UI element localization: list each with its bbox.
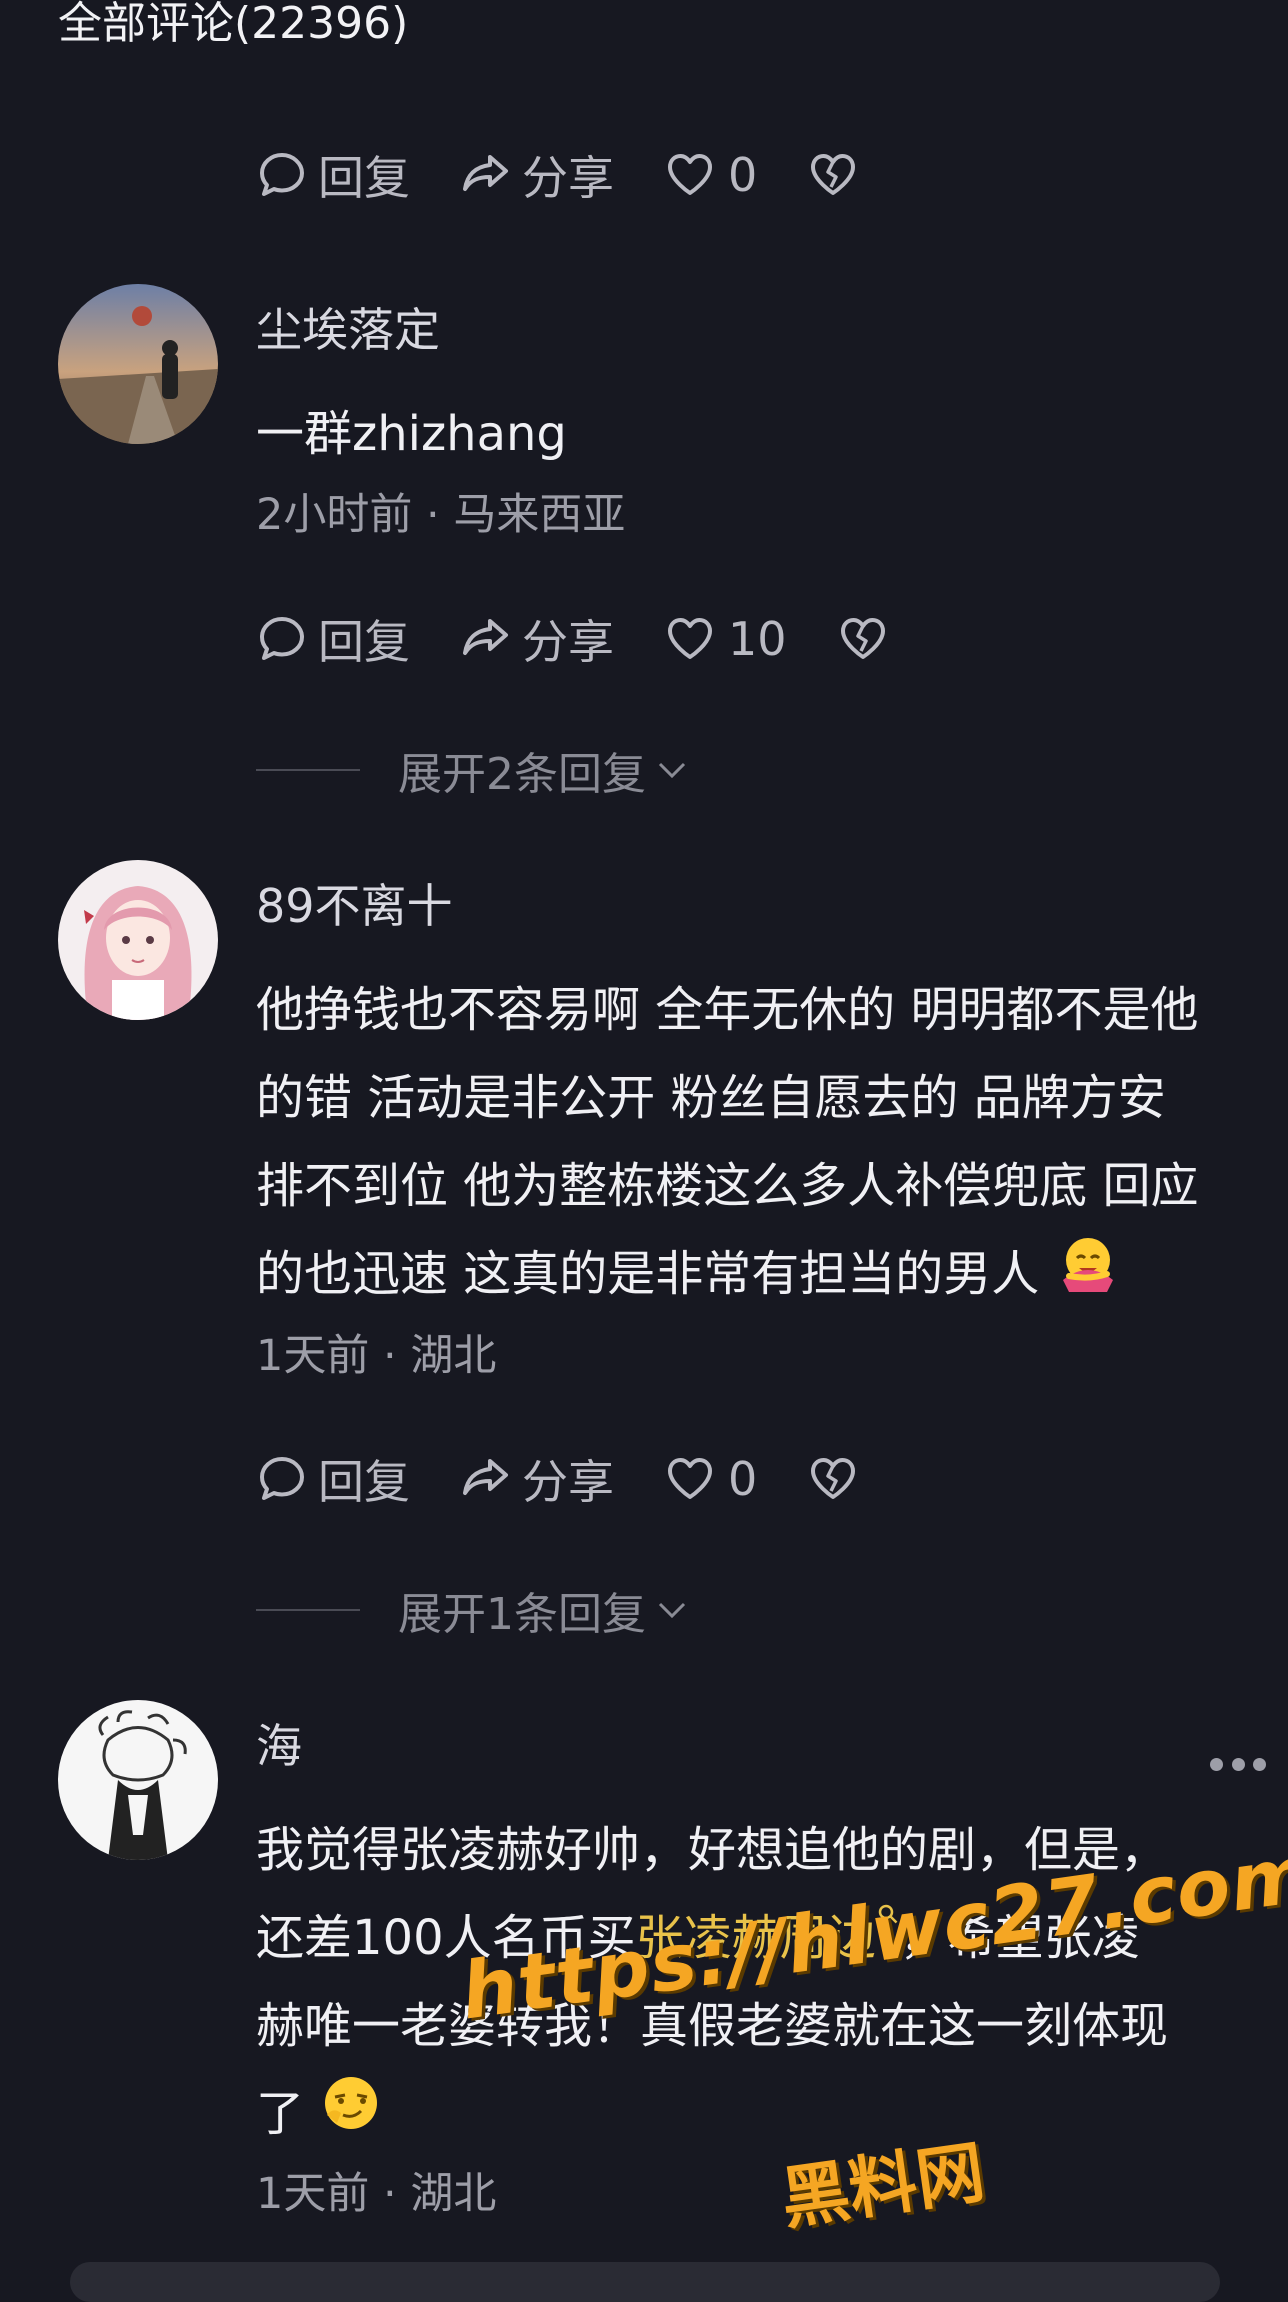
comment-bubble-icon <box>260 153 304 196</box>
comment-username[interactable]: 海 <box>256 1716 302 1776</box>
reply-button[interactable]: 回复 <box>256 142 410 208</box>
share-arrow-icon <box>463 155 508 191</box>
like-button[interactable]: 0 <box>664 1452 757 1506</box>
action-row: 回复 分享 0 <box>256 1444 859 1514</box>
comment-meta: 1天前 · 湖北 <box>256 1331 497 1381</box>
heart-icon <box>668 618 712 659</box>
comment-username[interactable]: 尘埃落定 <box>256 300 440 360</box>
heart-icon <box>668 1458 712 1499</box>
expand-replies-label: 展开2条回复 <box>398 749 646 800</box>
reply-button[interactable]: 回复 <box>256 606 410 672</box>
divider <box>256 1609 360 1611</box>
more-dot <box>1253 1758 1266 1771</box>
share-arrow-icon <box>463 1459 508 1495</box>
avatar[interactable] <box>58 284 218 444</box>
smirk-emoji-icon <box>319 2071 383 2163</box>
expand-replies-button[interactable]: 展开1条回复 <box>256 1580 692 1640</box>
share-label: 分享 <box>522 615 614 669</box>
avatar[interactable] <box>58 1700 218 1860</box>
action-row: 回复 分享 0 <box>256 140 859 210</box>
dislike-button[interactable] <box>837 613 889 665</box>
chevron-down-icon <box>658 1602 686 1619</box>
comment-username[interactable]: 89不离十 <box>256 876 453 936</box>
share-arrow-icon <box>463 619 508 655</box>
broken-heart-icon <box>811 154 856 195</box>
comment-text: 他挣钱也不容易啊 全年无休的 明明都不是他 的错 活动是非公开 粉丝自愿去的 品… <box>256 966 1266 1324</box>
like-count: 10 <box>728 612 787 666</box>
comment-text-fragment: 的也迅速 这真的是非常有担当的男人 <box>256 1246 1040 1302</box>
divider <box>256 769 360 771</box>
comment-text-line: 排不到位 他为整栋楼这么多人补偿兜底 回应 <box>256 1158 1199 1214</box>
reply-button[interactable]: 回复 <box>256 1446 410 1512</box>
bottom-input-bar[interactable] <box>70 2262 1220 2302</box>
more-dots-icon <box>1210 1758 1223 1771</box>
like-count: 0 <box>728 1452 758 1506</box>
comment-text-line: 他挣钱也不容易啊 全年无休的 明明都不是他 <box>256 982 1199 1038</box>
share-label: 分享 <box>522 1455 614 1509</box>
like-button[interactable]: 0 <box>664 148 757 202</box>
like-button[interactable]: 10 <box>664 612 787 666</box>
share-button[interactable]: 分享 <box>460 606 614 672</box>
comment-meta: 2小时前 · 马来西亚 <box>256 490 626 540</box>
comment-text-fragment: 了 <box>256 2086 305 2142</box>
comment-bubble-icon <box>260 617 304 660</box>
broken-heart-icon <box>840 618 885 659</box>
broken-heart-icon <box>811 1458 856 1499</box>
heart-icon <box>668 154 712 195</box>
like-count: 0 <box>728 148 758 202</box>
expand-replies-button[interactable]: 展开2条回复 <box>256 740 692 800</box>
reply-label: 回复 <box>318 615 410 669</box>
dislike-button[interactable] <box>807 149 859 201</box>
hug-emoji-icon <box>1055 1230 1121 1324</box>
more-options-button[interactable] <box>1210 1758 1266 1774</box>
share-label: 分享 <box>522 151 614 205</box>
comment-text: 一群zhizhang <box>256 406 567 462</box>
reply-label: 回复 <box>318 1455 410 1509</box>
comment-bubble-icon <box>260 1457 304 1500</box>
reply-label: 回复 <box>318 151 410 205</box>
comment-text-line: 的错 活动是非公开 粉丝自愿去的 品牌方安 <box>256 1070 1166 1126</box>
share-button[interactable]: 分享 <box>460 1446 614 1512</box>
comment-meta: 1天前 · 湖北 <box>256 2169 497 2219</box>
dislike-button[interactable] <box>807 1453 859 1505</box>
comments-header-title: 全部评论(22396) <box>58 0 409 49</box>
comment-text-line: 了 <box>256 2070 1266 2163</box>
more-dot <box>1231 1758 1245 1771</box>
expand-replies-label: 展开1条回复 <box>398 1589 646 1640</box>
action-row: 回复 分享 10 <box>256 604 889 674</box>
avatar[interactable] <box>58 860 218 1020</box>
comment-text-line: 的也迅速 这真的是非常有担当的男人 <box>256 1230 1266 1324</box>
chevron-down-icon <box>658 762 686 779</box>
share-button[interactable]: 分享 <box>460 142 614 208</box>
